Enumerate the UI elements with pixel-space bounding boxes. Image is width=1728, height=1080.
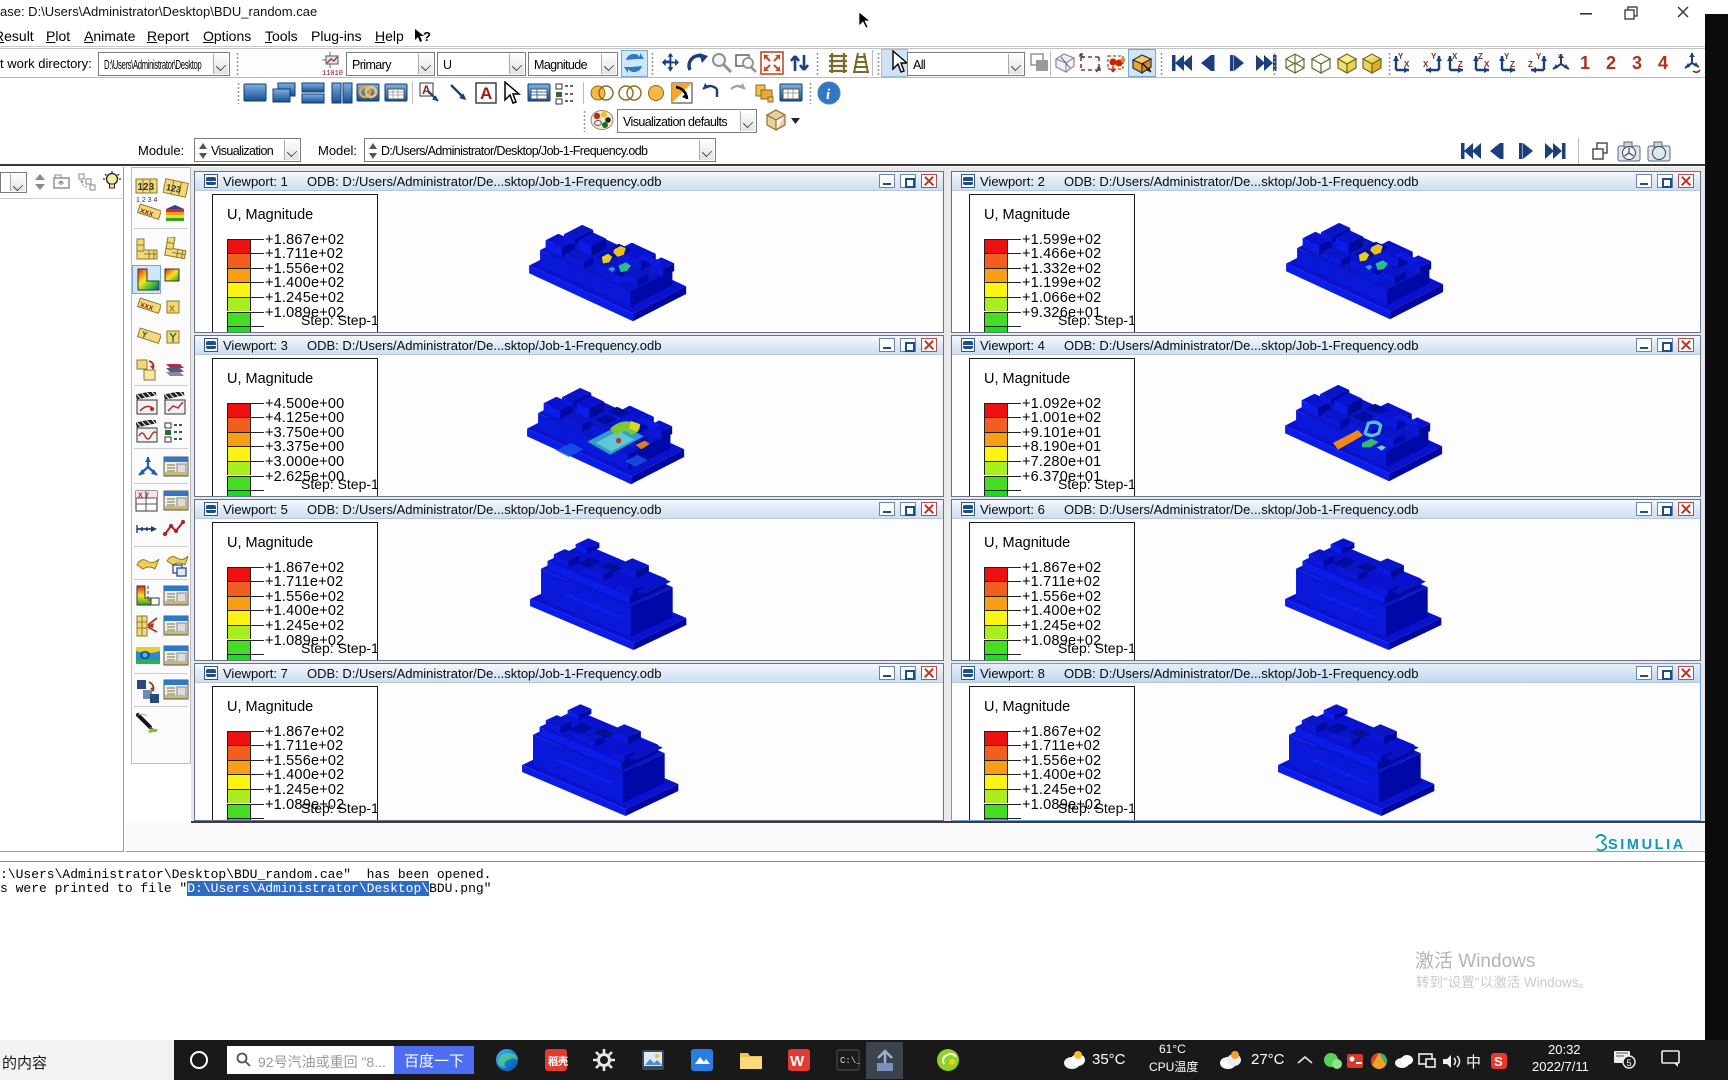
svg-text:X: X (1423, 60, 1429, 69)
svg-text:123: 123 (138, 182, 155, 193)
svg-text:5: 5 (1627, 1058, 1632, 1068)
svg-text:稻壳: 稻壳 (548, 1055, 568, 1068)
svg-text:Z: Z (1528, 60, 1533, 69)
svg-text:S: S (1494, 1054, 1503, 1069)
svg-text:X: X (1484, 60, 1490, 69)
svg-text:?: ? (423, 29, 431, 44)
svg-text:W: W (790, 1053, 805, 1070)
svg-text:11010: 11010 (322, 70, 343, 76)
svg-text:X: X (1404, 60, 1410, 69)
svg-text:x: x (169, 303, 176, 315)
svg-text:Y: Y (1431, 52, 1437, 61)
svg-text:Z: Z (1478, 52, 1483, 61)
svg-text:Y: Y (1558, 54, 1563, 61)
svg-text:SIMULIA: SIMULIA (1608, 837, 1686, 853)
svg-text:C:\_: C:\_ (840, 1056, 860, 1066)
svg-text:Z: Z (1458, 60, 1463, 69)
svg-text:A: A (480, 84, 492, 103)
svg-text:Z: Z (1510, 60, 1515, 69)
svg-text:A: A (422, 83, 431, 97)
svg-text:Y: Y (1536, 52, 1542, 61)
